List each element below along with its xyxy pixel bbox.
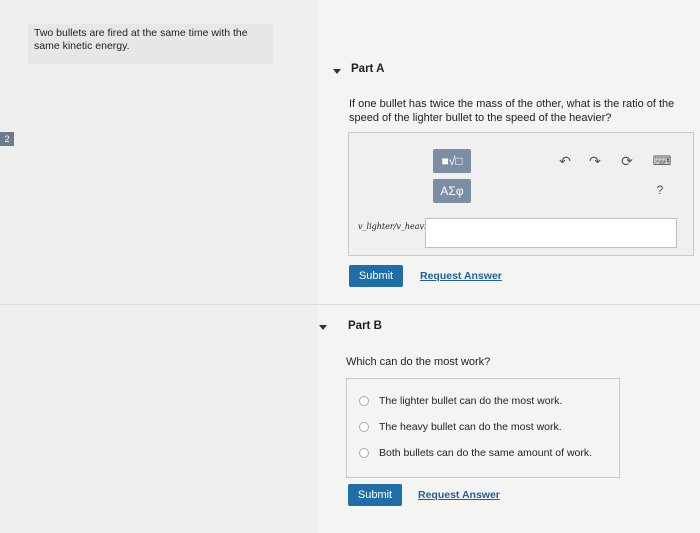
- greek-symbols-button[interactable]: ΑΣφ: [433, 179, 471, 203]
- problem-intro-panel: Two bullets are fired at the same time w…: [0, 0, 318, 533]
- choice-option[interactable]: Both bullets can do the same amount of w…: [359, 447, 592, 459]
- part-b-question: Which can do the most work?: [346, 356, 491, 368]
- keyboard-icon[interactable]: ⌨: [652, 153, 672, 169]
- reset-icon[interactable]: ⟳: [619, 153, 635, 170]
- radio-icon[interactable]: [359, 448, 369, 458]
- section-divider: [0, 304, 700, 305]
- choice-option[interactable]: The heavy bullet can do the most work.: [359, 421, 562, 433]
- matrix-template-button[interactable]: ■√□: [433, 149, 471, 173]
- collapse-caret-icon[interactable]: [319, 325, 327, 330]
- part-b-submit-button[interactable]: Submit: [348, 484, 402, 506]
- choice-label: Both bullets can do the same amount of w…: [379, 447, 593, 459]
- radio-icon[interactable]: [359, 422, 369, 432]
- choice-label: The heavy bullet can do the most work.: [379, 421, 562, 433]
- choice-option[interactable]: The lighter bullet can do the most work.: [359, 395, 562, 407]
- choice-label: The lighter bullet can do the most work.: [379, 395, 563, 407]
- part-a-submit-button[interactable]: Submit: [349, 265, 403, 287]
- undo-icon[interactable]: ↶: [557, 153, 573, 170]
- radio-icon[interactable]: [359, 396, 369, 406]
- part-a-request-answer-link[interactable]: Request Answer: [420, 270, 502, 282]
- part-a-question: If one bullet has twice the mass of the …: [349, 98, 675, 124]
- edge-number-badge: 2: [0, 132, 14, 146]
- help-icon[interactable]: ?: [652, 183, 668, 197]
- part-a-title[interactable]: Part A: [351, 63, 384, 75]
- part-b-request-answer-link[interactable]: Request Answer: [418, 489, 500, 501]
- part-b-title[interactable]: Part B: [348, 320, 382, 332]
- choice-list: The lighter bullet can do the most work.…: [346, 378, 620, 478]
- redo-icon[interactable]: ↷: [587, 153, 603, 170]
- answer-input[interactable]: [425, 218, 677, 248]
- problem-intro-text: Two bullets are fired at the same time w…: [28, 24, 273, 64]
- collapse-caret-icon[interactable]: [333, 69, 341, 74]
